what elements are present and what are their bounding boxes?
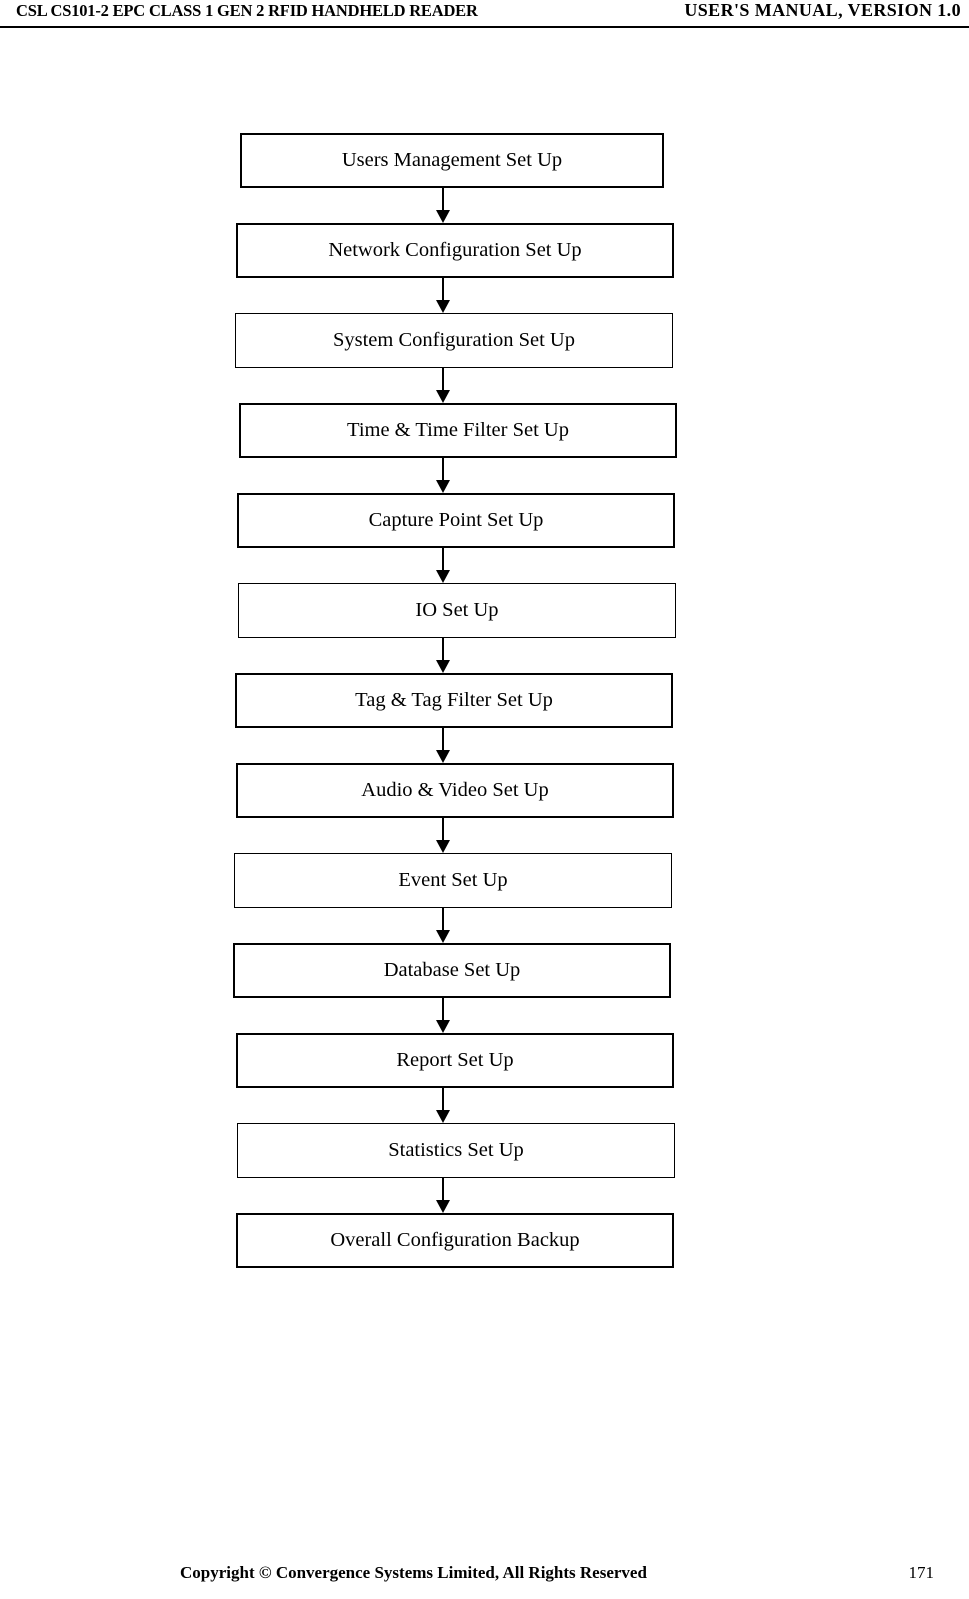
flow-node-time-and-time-filter-set-up[interactable]: Time & Time Filter Set Up [239, 403, 677, 458]
flow-node-event-set-up[interactable]: Event Set Up [234, 853, 672, 908]
flow-node-io-set-up[interactable]: IO Set Up [238, 583, 676, 638]
footer-copyright-text: Copyright © Convergence Systems Limited,… [180, 1563, 647, 1582]
arrow-shaft [442, 548, 444, 572]
header-divider-rule [0, 26, 969, 28]
flow-node-label: Database Set Up [383, 959, 521, 982]
footer-page-number: 171 [908, 1563, 935, 1582]
flow-arrow-down [236, 458, 676, 493]
header-product-title: CSL CS101-2 EPC CLASS 1 GEN 2 RFID HANDH… [16, 1, 478, 20]
arrow-shaft [442, 368, 444, 392]
flow-node-label: Tag & Tag Filter Set Up [355, 689, 553, 712]
flow-node-label: Capture Point Set Up [368, 509, 544, 532]
page-header: CSL CS101-2 EPC CLASS 1 GEN 2 RFID HANDH… [0, 0, 969, 30]
arrow-head-icon [436, 1200, 450, 1213]
header-manual-version: USER'S MANUAL, VERSION 1.0 [684, 0, 961, 20]
flow-node-database-set-up[interactable]: Database Set Up [233, 943, 671, 998]
arrow-head-icon [436, 750, 450, 763]
flow-node-label: Statistics Set Up [388, 1139, 524, 1162]
flow-arrow-down [236, 818, 676, 853]
arrow-head-icon [436, 480, 450, 493]
flow-arrow-down [236, 998, 676, 1033]
arrow-head-icon [436, 210, 450, 223]
flow-node-capture-point-set-up[interactable]: Capture Point Set Up [237, 493, 675, 548]
flow-arrow-down [236, 278, 676, 313]
flow-node-label: Time & Time Filter Set Up [347, 419, 569, 442]
flow-arrow-down [236, 908, 676, 943]
flow-node-label: System Configuration Set Up [332, 329, 575, 352]
arrow-shaft [442, 908, 444, 932]
arrow-shaft [442, 818, 444, 842]
arrow-shaft [442, 998, 444, 1022]
page-footer: Copyright © Convergence Systems Limited,… [0, 1561, 969, 1591]
flow-arrow-down [236, 1088, 676, 1123]
flow-node-label: Report Set Up [396, 1049, 514, 1072]
arrow-head-icon [436, 840, 450, 853]
flow-node-report-set-up[interactable]: Report Set Up [236, 1033, 674, 1088]
flow-arrow-down [236, 728, 676, 763]
arrow-shaft [442, 638, 444, 662]
arrow-shaft [442, 458, 444, 482]
header-row: CSL CS101-2 EPC CLASS 1 GEN 2 RFID HANDH… [0, 0, 969, 24]
flow-node-audio-and-video-set-up[interactable]: Audio & Video Set Up [236, 763, 674, 818]
arrow-shaft [442, 188, 444, 212]
flow-arrow-down [236, 188, 676, 223]
flow-arrow-down [236, 368, 676, 403]
arrow-shaft [442, 1088, 444, 1112]
arrow-shaft [442, 728, 444, 752]
arrow-head-icon [436, 930, 450, 943]
arrow-head-icon [436, 660, 450, 673]
flow-arrow-down [236, 1178, 676, 1213]
flow-node-label: Network Configuration Set Up [328, 239, 582, 262]
flow-node-users-management-set-up[interactable]: Users Management Set Up [240, 133, 664, 188]
arrow-head-icon [436, 1110, 450, 1123]
flow-node-system-configuration-set-up[interactable]: System Configuration Set Up [235, 313, 673, 368]
flow-node-label: Event Set Up [398, 869, 508, 892]
arrow-head-icon [436, 300, 450, 313]
arrow-shaft [442, 1178, 444, 1202]
flow-node-label: Overall Configuration Backup [330, 1229, 580, 1252]
flow-node-label: IO Set Up [415, 599, 499, 622]
flow-node-label: Audio & Video Set Up [361, 779, 549, 802]
flow-node-statistics-set-up[interactable]: Statistics Set Up [237, 1123, 675, 1178]
flow-arrow-down [236, 638, 676, 673]
flow-node-tag-and-tag-filter-set-up[interactable]: Tag & Tag Filter Set Up [235, 673, 673, 728]
arrow-head-icon [436, 390, 450, 403]
setup-flowchart: Users Management Set Up Network Configur… [233, 133, 677, 1268]
flow-node-overall-configuration-backup[interactable]: Overall Configuration Backup [236, 1213, 674, 1268]
arrow-head-icon [436, 1020, 450, 1033]
arrow-head-icon [436, 570, 450, 583]
arrow-shaft [442, 278, 444, 302]
flow-node-label: Users Management Set Up [341, 149, 563, 172]
flow-arrow-down [236, 548, 676, 583]
flow-node-network-configuration-set-up[interactable]: Network Configuration Set Up [236, 223, 674, 278]
